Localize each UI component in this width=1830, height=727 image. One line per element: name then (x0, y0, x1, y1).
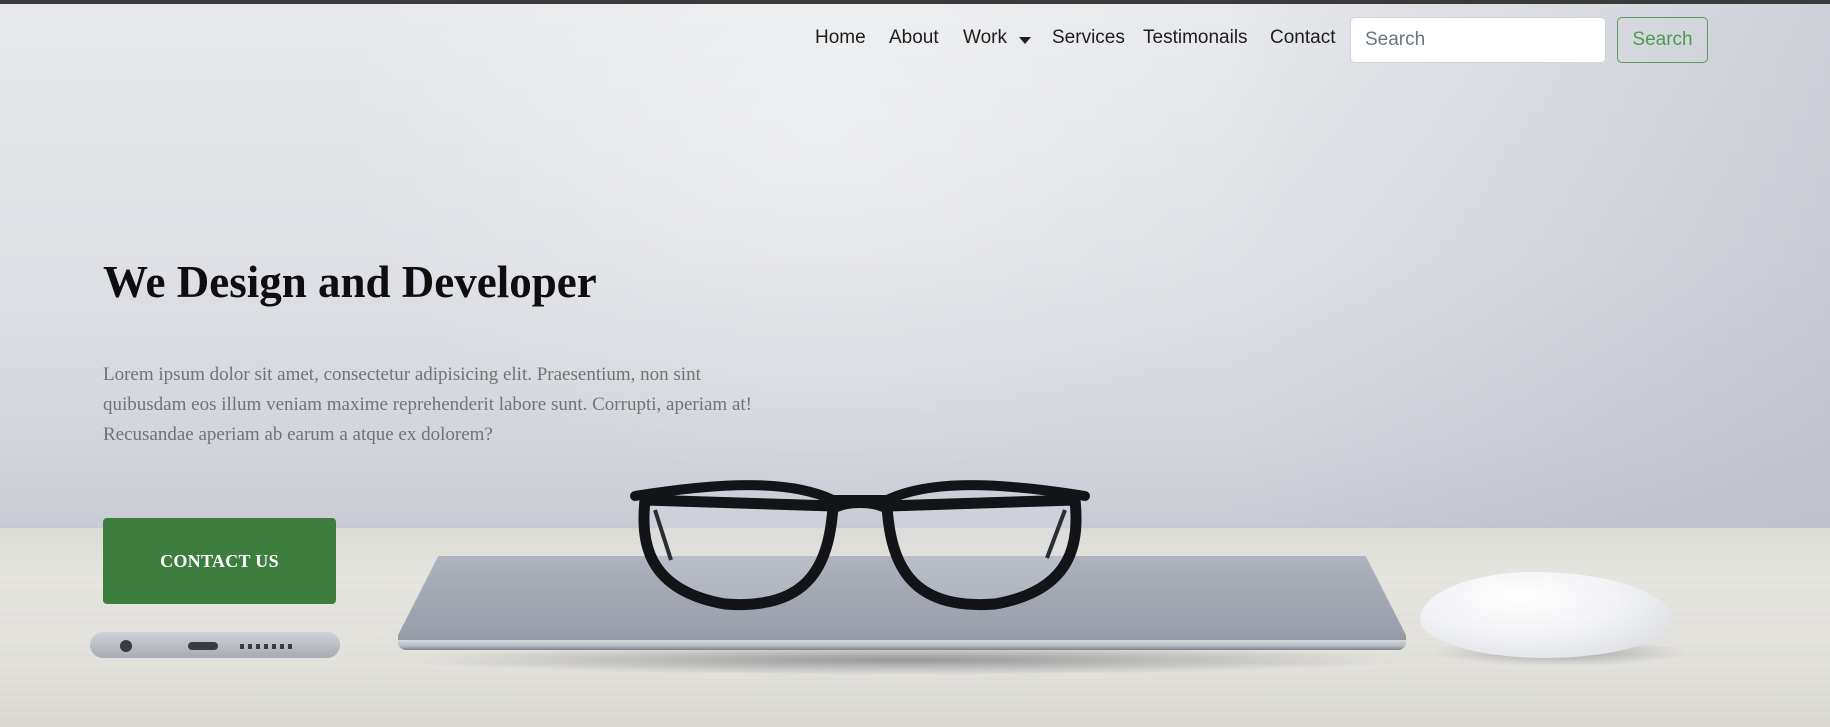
nav-contact[interactable]: Contact (1270, 27, 1335, 49)
nav-work[interactable]: Work (963, 27, 1007, 49)
phone-charging-port (188, 642, 218, 650)
nav-services[interactable]: Services (1052, 27, 1125, 49)
phone-headphone-jack (120, 640, 132, 652)
hero-description: Lorem ipsum dolor sit amet, consectetur … (103, 364, 752, 445)
laptop-edge (398, 640, 1406, 650)
search-button[interactable]: Search (1617, 17, 1708, 63)
nav-testimonials[interactable]: Testimonails (1143, 27, 1248, 49)
glasses-image (630, 480, 1090, 611)
contact-us-button[interactable]: CONTACT US (103, 518, 336, 604)
nav-about[interactable]: About (889, 27, 939, 49)
search-input[interactable] (1350, 17, 1606, 63)
nav-home[interactable]: Home (815, 27, 866, 49)
hero-title: We Design and Developer (103, 257, 597, 307)
hero-background-shade (1230, 4, 1830, 534)
caret-down-icon[interactable] (1019, 37, 1031, 44)
navbar: Home About Work Services Testimonails Co… (0, 17, 1830, 65)
phone-speaker-grille (240, 644, 292, 649)
